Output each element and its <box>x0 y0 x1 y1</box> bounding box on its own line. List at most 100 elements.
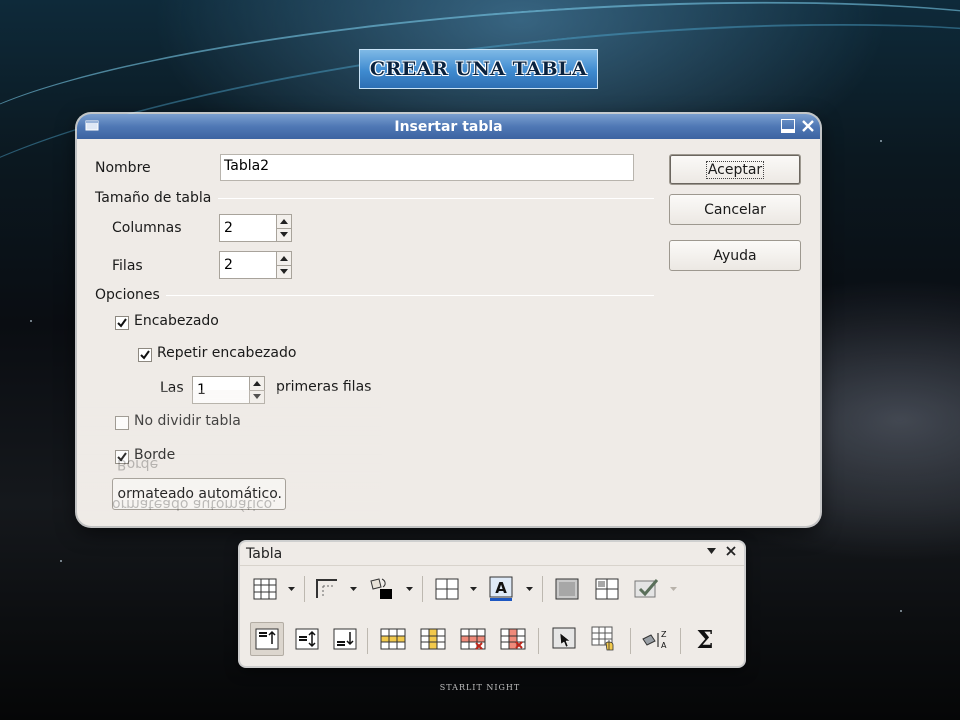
sum-icon[interactable]: Σ <box>690 624 720 654</box>
first-rows-down-button[interactable] <box>250 389 264 404</box>
header-label[interactable]: Encabezado <box>134 313 219 329</box>
checkmark-icon <box>140 350 150 360</box>
sort-icon[interactable]: ZA <box>640 624 670 654</box>
header-checkbox[interactable] <box>115 316 129 330</box>
arrow-down-icon <box>280 269 288 275</box>
star <box>60 560 62 562</box>
toolbar-title: Tabla <box>246 545 283 562</box>
ok-label: Aceptar <box>705 160 765 179</box>
rows-spinner[interactable]: 2 <box>219 251 292 279</box>
chevron-down-icon <box>405 587 413 591</box>
toolbar-separator <box>630 628 631 654</box>
optimize-icon[interactable] <box>590 624 620 654</box>
svg-text:A: A <box>661 641 667 650</box>
page-title: CREAR UNA TABLA <box>369 58 588 80</box>
border-label[interactable]: Borde <box>134 447 175 463</box>
table-properties-icon[interactable] <box>632 574 662 604</box>
repeat-header-checkbox[interactable] <box>138 348 152 362</box>
minimize-icon <box>781 119 795 133</box>
minimize-button[interactable] <box>780 118 796 134</box>
name-input[interactable]: Tabla2 <box>220 154 634 181</box>
help-button[interactable]: Ayuda <box>669 240 801 271</box>
border-color-icon[interactable] <box>366 574 396 604</box>
star <box>30 320 32 322</box>
star <box>880 140 882 142</box>
insert-column-icon[interactable] <box>418 624 448 654</box>
toolbar-separator <box>422 576 423 602</box>
merge-cells-icon[interactable] <box>552 574 582 604</box>
border-color-dropdown[interactable] <box>404 574 414 604</box>
chevron-down-icon <box>349 587 357 591</box>
table-toolbar: Tabla A Z A Σ <box>240 542 744 666</box>
close-icon <box>802 120 814 132</box>
autoformat-label: ormateado automático. <box>117 486 282 502</box>
borders-dropdown[interactable] <box>348 574 358 604</box>
insert-table-dialog: Insertar tabla Nombre Tabla2 Tamaño de t… <box>77 114 820 526</box>
table-dropdown[interactable] <box>286 574 296 604</box>
toolbar-separator <box>538 628 539 654</box>
columns-value[interactable]: 2 <box>219 214 276 242</box>
delete-row-icon[interactable] <box>458 624 488 654</box>
align-bottom-icon[interactable] <box>330 624 360 654</box>
table-icon[interactable] <box>250 574 280 604</box>
close-button[interactable] <box>800 118 816 134</box>
columns-up-button[interactable] <box>277 215 291 228</box>
center-vertical-icon[interactable] <box>292 624 322 654</box>
select-table-icon[interactable] <box>550 624 580 654</box>
the-label: Las <box>160 380 184 396</box>
first-rows-suffix: primeras filas <box>276 379 372 395</box>
watermark: STARLIT NIGHT <box>439 683 521 692</box>
cancel-button[interactable]: Cancelar <box>669 194 801 225</box>
first-rows-value[interactable]: 1 <box>192 376 249 404</box>
toolbar-close-icon[interactable] <box>726 546 736 556</box>
background-color-icon[interactable]: A <box>486 574 516 604</box>
toolbar-separator <box>304 576 305 602</box>
columns-down-button[interactable] <box>277 227 291 242</box>
toolbar-menu-icon[interactable] <box>707 548 716 554</box>
chevron-down-icon <box>669 587 677 591</box>
arrow-up-icon <box>280 218 288 224</box>
arrow-down-icon <box>253 394 261 400</box>
options-section-label: Opciones <box>95 287 160 303</box>
chevron-down-icon <box>287 587 295 591</box>
border-checkbox[interactable] <box>115 450 129 464</box>
toolbar-separator <box>367 628 368 654</box>
rows-label: Filas <box>112 258 143 274</box>
star <box>900 610 902 612</box>
svg-text:Z: Z <box>661 630 667 639</box>
cancel-label: Cancelar <box>704 201 766 218</box>
chevron-down-icon <box>525 587 533 591</box>
align-top-icon[interactable] <box>250 622 284 656</box>
delete-column-icon[interactable] <box>498 624 528 654</box>
rows-value[interactable]: 2 <box>219 251 276 279</box>
repeat-header-label[interactable]: Repetir encabezado <box>157 345 296 361</box>
arrow-down-icon <box>280 232 288 238</box>
no-split-label[interactable]: No dividir tabla <box>134 413 241 429</box>
background-color-dropdown[interactable] <box>524 574 534 604</box>
window-menu-icon[interactable] <box>85 119 99 132</box>
cell-borders-dropdown[interactable] <box>468 574 478 604</box>
first-rows-up-button[interactable] <box>250 377 264 390</box>
borders-icon[interactable] <box>312 574 342 604</box>
no-split-checkbox[interactable] <box>115 416 129 430</box>
toolbar-titlebar[interactable]: Tabla <box>240 542 744 566</box>
checkmark-icon <box>117 318 127 328</box>
dialog-title: Insertar tabla <box>394 118 503 135</box>
table-size-section-label: Tamaño de tabla <box>95 190 212 206</box>
svg-text:A: A <box>495 579 507 597</box>
cell-borders-icon[interactable] <box>432 574 462 604</box>
ok-button[interactable]: Aceptar <box>669 154 801 185</box>
help-label: Ayuda <box>713 247 757 264</box>
rows-down-button[interactable] <box>277 264 291 279</box>
sum-symbol: Σ <box>696 624 714 654</box>
table-properties-dropdown[interactable] <box>668 574 678 604</box>
insert-row-icon[interactable] <box>378 624 408 654</box>
autoformat-button[interactable]: ormateado automático. <box>112 478 286 510</box>
columns-spinner[interactable]: 2 <box>219 214 292 242</box>
rows-up-button[interactable] <box>277 252 291 265</box>
first-rows-spinner[interactable]: 1 <box>192 376 265 404</box>
columns-label: Columnas <box>112 220 182 236</box>
dialog-titlebar[interactable]: Insertar tabla <box>77 114 820 139</box>
split-cells-icon[interactable] <box>592 574 622 604</box>
name-label: Nombre <box>95 160 151 176</box>
